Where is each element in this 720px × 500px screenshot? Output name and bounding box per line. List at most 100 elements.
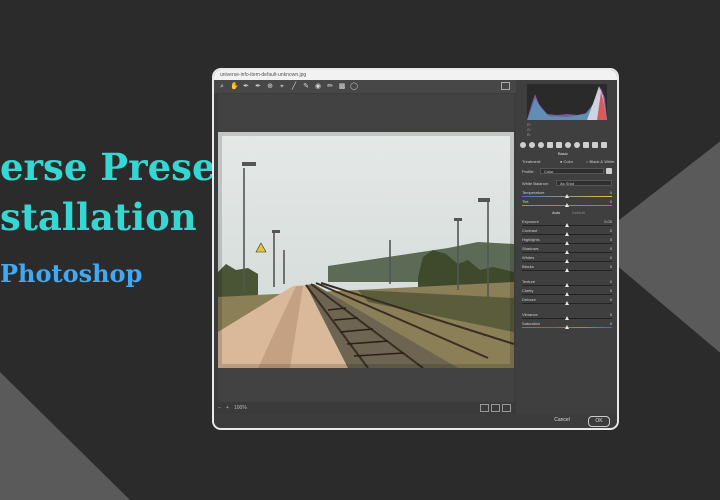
- slider-label: Contrast: [522, 228, 538, 233]
- dialog-footer: Cancel OK: [214, 414, 617, 428]
- slider-knob[interactable]: [565, 250, 569, 254]
- slider-value[interactable]: 0: [610, 264, 612, 269]
- radial-icon[interactable]: ◯: [350, 83, 358, 91]
- color-sampler-icon[interactable]: ✒: [254, 83, 262, 91]
- calibration-tab-icon[interactable]: [583, 141, 589, 148]
- zoom-in-icon[interactable]: +: [226, 405, 229, 411]
- slider-tint[interactable]: Tint 0: [522, 199, 612, 209]
- presets-tab-icon[interactable]: [592, 141, 598, 148]
- slider-label: Dehaze: [522, 297, 536, 302]
- slider-value[interactable]: 0: [610, 255, 612, 260]
- banner-title-line-1: erse Preset: [0, 145, 233, 189]
- lens-tab-icon[interactable]: [565, 141, 571, 148]
- banner-title-line-2: stallation: [0, 195, 197, 239]
- slider-value[interactable]: 0: [610, 321, 612, 326]
- white-balance-label: White Balance:: [522, 181, 549, 186]
- slider-knob[interactable]: [565, 292, 569, 296]
- decorative-triangle-left: [0, 372, 130, 500]
- slider-label: Shadows: [522, 246, 539, 251]
- slider-knob[interactable]: [565, 283, 569, 287]
- panel-tabs: [520, 140, 615, 149]
- snapshots-tab-icon[interactable]: [601, 141, 607, 148]
- profile-label: Profile:: [522, 169, 535, 174]
- auto-button[interactable]: Auto: [552, 210, 560, 215]
- gradient-icon[interactable]: ▩: [338, 83, 346, 91]
- default-button[interactable]: Default: [572, 210, 585, 215]
- profile-browser-icon[interactable]: [606, 168, 612, 174]
- cancel-button[interactable]: Cancel: [549, 416, 575, 425]
- view-before-after-icon[interactable]: [480, 404, 489, 412]
- slider-value[interactable]: 0: [610, 228, 612, 233]
- slider-label: Highlights: [522, 237, 540, 242]
- slider-value[interactable]: 0: [610, 288, 612, 293]
- slider-knob[interactable]: [565, 194, 569, 198]
- slider-value[interactable]: 0: [610, 199, 612, 204]
- slider-label: Texture: [522, 279, 536, 284]
- slider-knob[interactable]: [565, 325, 569, 329]
- slider-label: Clarity: [522, 288, 534, 293]
- image-preview-area: [218, 94, 514, 402]
- treatment-bw-radio[interactable]: ○ Black & White: [586, 159, 614, 164]
- zoom-out-icon[interactable]: −: [218, 405, 221, 411]
- slider-value[interactable]: 0: [610, 246, 612, 251]
- section-title: Basic: [558, 151, 568, 156]
- slider-knob[interactable]: [565, 268, 569, 272]
- railway-photo: [218, 132, 514, 368]
- basic-tab-icon[interactable]: [520, 141, 526, 148]
- slider-knob[interactable]: [565, 301, 569, 305]
- slider-label: Tint: [522, 199, 529, 204]
- crop-icon[interactable]: ⌖: [278, 83, 286, 91]
- slider-label: Temperature: [522, 190, 545, 195]
- slider-value[interactable]: 0: [610, 312, 612, 317]
- slider-value[interactable]: 0: [610, 297, 612, 302]
- slider-knob[interactable]: [565, 223, 569, 227]
- camera-raw-dialog: universe-info-item-default-unknown.jpg ⌕…: [214, 70, 617, 428]
- slider-label: Vibrance: [522, 312, 538, 317]
- view-swap-icon[interactable]: [491, 404, 500, 412]
- zoom-level[interactable]: 100%: [234, 405, 247, 411]
- red-eye-icon[interactable]: ◉: [314, 83, 322, 91]
- view-settings-icon[interactable]: [502, 404, 511, 412]
- slider-label: Whites: [522, 255, 535, 260]
- slider-value[interactable]: 0.00: [604, 219, 612, 224]
- straighten-icon[interactable]: ╱: [290, 83, 298, 91]
- slider-blacks[interactable]: Blacks 0: [522, 264, 612, 274]
- fullscreen-toggle-icon[interactable]: [501, 82, 510, 90]
- treatment-label: Treatment:: [522, 159, 542, 164]
- slider-dehaze[interactable]: Dehaze 0: [522, 297, 612, 307]
- treatment-color-radio[interactable]: ● Color: [560, 159, 573, 164]
- slider-label: Blacks: [522, 264, 534, 269]
- split-toning-tab-icon[interactable]: [556, 141, 562, 148]
- hsl-tab-icon[interactable]: [547, 141, 553, 148]
- profile-select[interactable]: Color: [540, 168, 604, 174]
- slider-value[interactable]: 0: [610, 279, 612, 284]
- slider-knob[interactable]: [565, 232, 569, 236]
- slider-knob[interactable]: [565, 316, 569, 320]
- white-balance-select[interactable]: As Shot: [556, 180, 612, 186]
- hand-icon[interactable]: ✋: [230, 83, 239, 91]
- spot-removal-icon[interactable]: ✎: [302, 83, 310, 91]
- effects-tab-icon[interactable]: [574, 141, 580, 148]
- tone-curve-tab-icon[interactable]: [529, 141, 535, 148]
- detail-tab-icon[interactable]: [538, 141, 544, 148]
- slider-saturation[interactable]: Saturation 0: [522, 321, 612, 331]
- white-balance-icon[interactable]: ✒: [242, 83, 250, 91]
- preview-image: [218, 132, 514, 368]
- zoom-icon[interactable]: ⌕: [218, 83, 226, 91]
- slider-label: Saturation: [522, 321, 541, 326]
- banner-subtitle: Photoshop: [0, 259, 143, 288]
- brush-icon[interactable]: ✏: [326, 83, 334, 91]
- slider-knob[interactable]: [565, 203, 569, 207]
- targeted-adjust-icon[interactable]: ⊕: [266, 83, 274, 91]
- preview-bottom-bar: − + 100%: [214, 402, 516, 414]
- adjustment-panel: R: G: B: Basic Treatment: ● Color ○ Blac…: [516, 80, 617, 414]
- slider-knob[interactable]: [565, 259, 569, 263]
- slider-value[interactable]: 0: [610, 237, 612, 242]
- ok-button[interactable]: OK: [588, 416, 610, 427]
- slider-label: Exposure: [522, 219, 539, 224]
- dialog-title: universe-info-item-default-unknown.jpg: [214, 70, 617, 80]
- histogram: [527, 84, 607, 120]
- slider-knob[interactable]: [565, 241, 569, 245]
- slider-value[interactable]: 0: [610, 190, 612, 195]
- rgb-readout: R: G: B:: [527, 122, 532, 137]
